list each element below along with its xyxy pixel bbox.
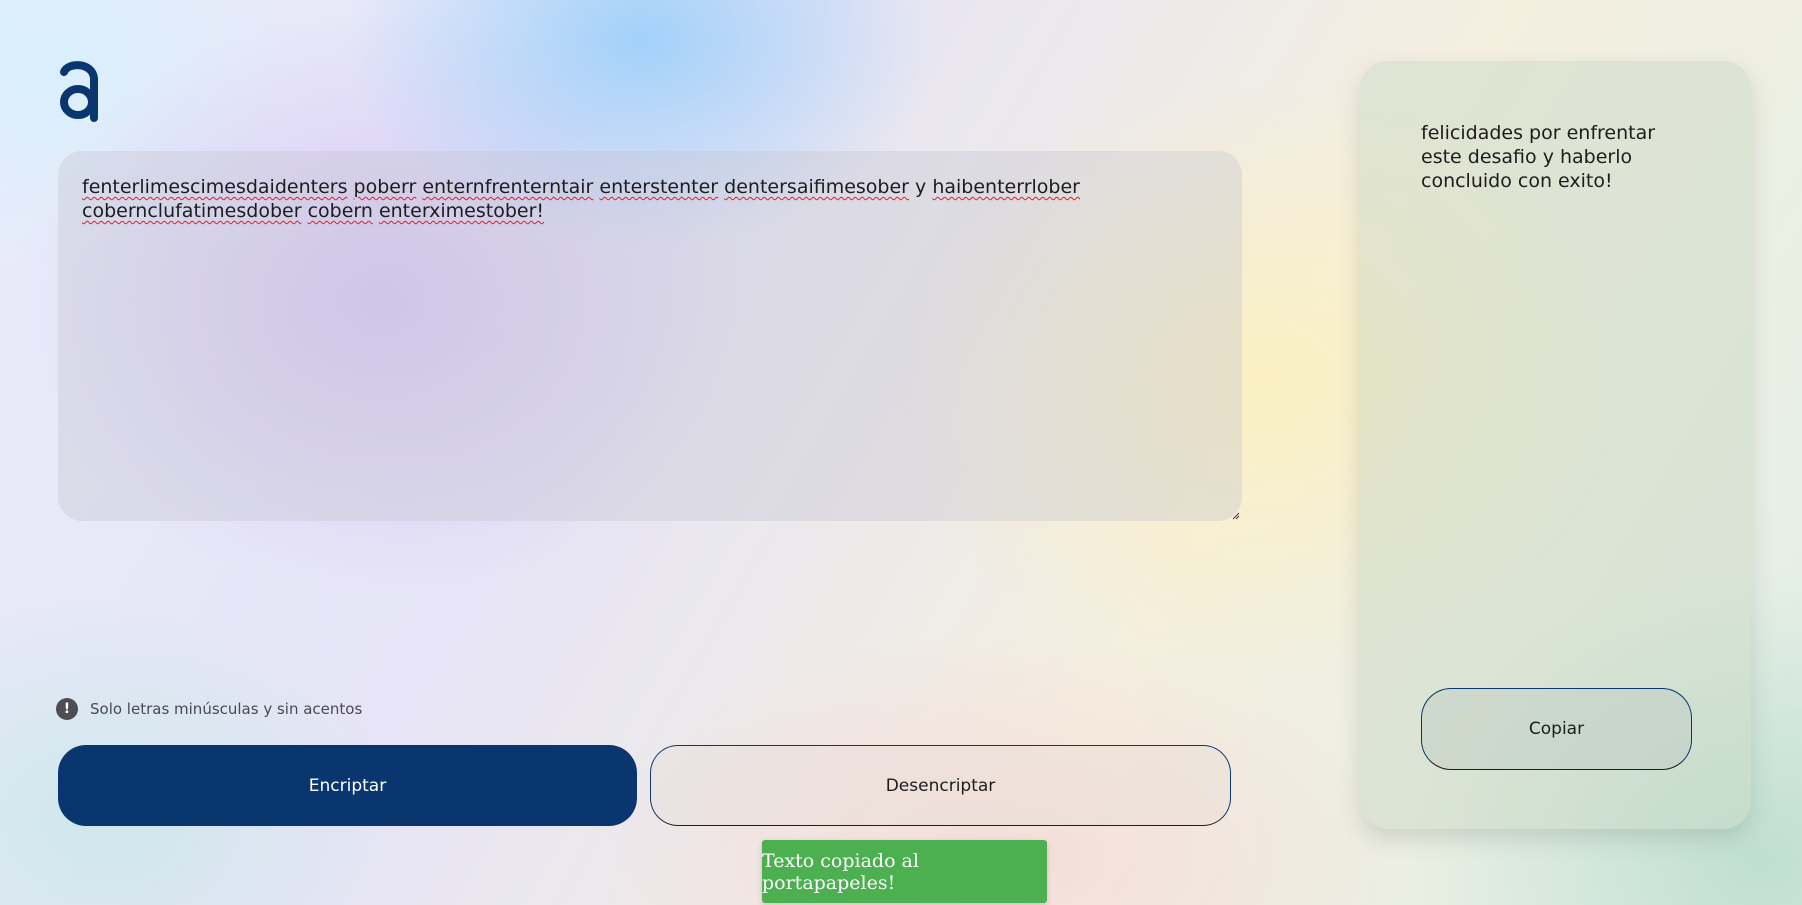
encrypt-button[interactable]: Encriptar [58, 745, 637, 826]
copied-toast: Texto copiado al portapapeles! [762, 840, 1047, 903]
exclamation-circle-icon: ! [56, 698, 78, 720]
input-word: dentersaifimesober [724, 176, 909, 198]
input-word: haibenterrlober [932, 176, 1080, 198]
input-word: enternfrenterntair [422, 176, 594, 198]
output-text: felicidades por enfrentar este desafio y… [1421, 122, 1656, 192]
message-input[interactable]: fenterlimescimesdaidenters poberr entern… [58, 151, 1242, 521]
output-panel: felicidades por enfrentar este desafio y… [1360, 61, 1751, 829]
input-word: enterstenter [599, 176, 719, 198]
input-word: cobernclufatimesdober [82, 200, 302, 222]
input-word: poberr [353, 176, 417, 198]
decrypt-button[interactable]: Desencriptar [650, 745, 1231, 826]
logo-icon [60, 61, 98, 122]
input-word: fenterlimescimesdaidenters [82, 176, 348, 198]
copy-button[interactable]: Copiar [1421, 688, 1692, 770]
input-word: cobern [307, 200, 373, 222]
input-word: enterximestober! [378, 200, 544, 222]
input-hint: ! Solo letras minúsculas y sin acentos [56, 698, 362, 720]
hint-text: Solo letras minúsculas y sin acentos [90, 700, 363, 718]
resize-handle-icon[interactable] [1230, 510, 1240, 520]
input-word: y [915, 176, 927, 198]
